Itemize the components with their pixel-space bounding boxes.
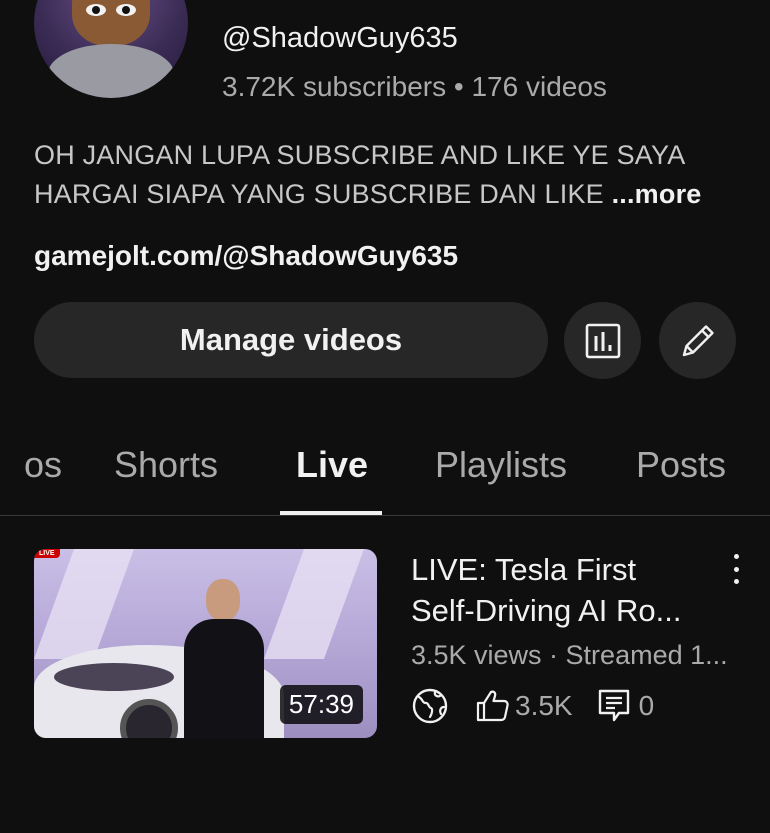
manage-videos-button[interactable]: Manage videos <box>34 302 548 378</box>
channel-description[interactable]: OH JANGAN LUPA SUBSCRIBE AND LIKE YE SAY… <box>34 136 734 214</box>
globe-icon <box>412 688 448 724</box>
avatar-hood <box>48 44 174 98</box>
tab-videos[interactable]: os <box>24 444 62 486</box>
analytics-icon <box>585 323 620 358</box>
avatar-face <box>72 0 150 46</box>
video-duration: 57:39 <box>279 685 363 724</box>
tab-playlists[interactable]: Playlists <box>435 444 567 486</box>
analytics-button[interactable] <box>564 302 641 379</box>
visibility-status <box>411 687 449 725</box>
tab-live[interactable]: Live <box>296 444 368 486</box>
video-thumbnail[interactable]: LIVE 57:39 <box>34 549 377 738</box>
description-line-2: HARGAI SIAPA YANG SUBSCRIBE DAN LIKE ...… <box>34 175 734 214</box>
like-count-value: 3.5K <box>515 690 573 721</box>
channel-handle: @ShadowGuy635 <box>222 22 458 54</box>
avatar-eye <box>86 4 106 16</box>
more-options-button[interactable] <box>724 554 748 584</box>
description-line: OH JANGAN LUPA SUBSCRIBE AND LIKE YE SAY… <box>34 140 686 170</box>
more-link[interactable]: ...more <box>612 179 702 209</box>
pencil-icon <box>682 324 714 356</box>
thumbnail-person-body <box>184 619 264 738</box>
live-badge: LIVE <box>34 549 60 558</box>
comment-icon <box>598 689 629 722</box>
kebab-dot <box>733 579 739 584</box>
kebab-dot <box>733 566 739 572</box>
video-meta: 3.5K views · Streamed 1... <box>411 640 728 670</box>
channel-avatar[interactable] <box>34 0 188 98</box>
avatar-eye <box>116 4 136 16</box>
tab-shorts[interactable]: Shorts <box>114 444 218 486</box>
channel-link[interactable]: gamejolt.com/@ShadowGuy635 <box>34 240 458 272</box>
video-title-line: LIVE: Tesla First <box>411 552 637 587</box>
video-title[interactable]: LIVE: Tesla First Self-Driving AI Ro... <box>411 549 711 631</box>
tab-posts[interactable]: Posts <box>636 444 726 486</box>
comment-count-value: 0 <box>638 690 655 721</box>
edit-channel-button[interactable] <box>659 302 736 379</box>
thumbs-up-icon <box>476 690 509 722</box>
kebab-dot <box>733 554 739 559</box>
video-title-line: Self-Driving AI Ro... <box>411 593 682 628</box>
like-count: 3.5K <box>475 688 573 724</box>
channel-tabs: os Shorts Live Playlists Posts <box>0 430 770 516</box>
active-tab-indicator <box>280 511 382 515</box>
thumbnail-backdrop <box>34 549 135 659</box>
thumbnail-person <box>184 579 264 738</box>
video-stats: 3.5K 0 <box>411 684 654 728</box>
thumbnail-backdrop <box>263 549 365 659</box>
description-text: HARGAI SIAPA YANG SUBSCRIBE DAN LIKE <box>34 179 612 209</box>
channel-stats: 3.72K subscribers • 176 videos <box>222 71 607 102</box>
comment-count: 0 <box>597 688 655 724</box>
thumbnail-person-head <box>206 579 240 621</box>
